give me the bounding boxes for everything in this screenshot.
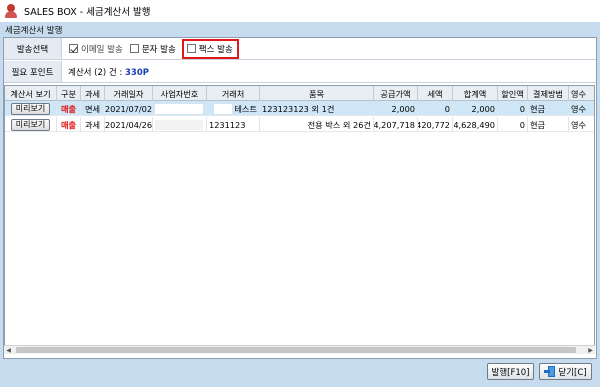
col-header-vat[interactable]: 세액 — [418, 86, 453, 101]
client-redacted — [214, 103, 233, 114]
points-row: 필요 포인트 계산서 (2) 건 : 330P — [4, 61, 596, 83]
item-cell: 123123123 외 1건 — [260, 101, 374, 116]
bizno-cell — [153, 101, 207, 116]
window-title: SALES BOX - 세금계산서 발행 — [24, 7, 151, 18]
col-header-date[interactable]: 거래일자 — [105, 86, 153, 101]
discount-cell: 0 — [498, 101, 528, 116]
total-cell: 2,000 — [453, 101, 498, 116]
app-user-icon — [4, 4, 18, 18]
send-options-label: 발송선택 — [4, 38, 62, 59]
payment-cell: 현금 — [528, 117, 569, 132]
sms-send-option[interactable]: 문자 발송 — [129, 43, 176, 55]
table-header: 계산서 보기 구분 과세 거래일자 사업자번호 거래처 품목 공급가액 세액 합… — [5, 86, 594, 101]
col-header-tax[interactable]: 과세 — [81, 86, 105, 101]
col-header-type[interactable]: 구분 — [57, 86, 81, 101]
vat-cell: 420,772 — [418, 117, 453, 132]
group-title: 세금계산서 발행 — [5, 26, 63, 36]
scroll-right-icon[interactable]: ▶ — [586, 347, 595, 354]
table-row[interactable]: 미리보기 매출 과세 2021/04/26 1231123 전용 박스 외 26… — [5, 117, 594, 132]
tax-cell: 과세 — [81, 117, 105, 132]
scroll-left-icon[interactable]: ◀ — [4, 347, 13, 354]
col-header-total[interactable]: 합계액 — [453, 86, 498, 101]
supply-cell: 4,207,718 — [374, 117, 418, 132]
table-row[interactable]: 미리보기 매출 면세 2021/07/02 테스트 123123123 외 1건… — [5, 101, 594, 116]
receipt-cell: 영수 — [569, 101, 594, 116]
type-cell: 매출 — [57, 117, 81, 132]
fax-send-highlight: 팩스 발송 — [181, 38, 239, 59]
col-header-client[interactable]: 거래처 — [207, 86, 260, 101]
issue-button[interactable]: 발행[F10] — [487, 363, 534, 380]
points-amount: 330P — [125, 67, 149, 78]
email-send-label: 이메일 발송 — [81, 44, 123, 55]
item-cell: 전용 박스 외 26건 — [260, 117, 374, 132]
col-header-receipt[interactable]: 영수 — [569, 86, 594, 101]
invoice-table[interactable]: 계산서 보기 구분 과세 거래일자 사업자번호 거래처 품목 공급가액 세액 합… — [4, 85, 595, 353]
scrollbar-thumb[interactable] — [16, 347, 576, 353]
col-header-discount[interactable]: 할인액 — [498, 86, 528, 101]
fax-send-label: 팩스 발송 — [198, 44, 233, 55]
discount-cell: 0 — [498, 117, 528, 132]
total-cell: 4,628,490 — [453, 117, 498, 132]
send-options-row: 발송선택 이메일 발송 문자 발송 팩스 발송 — [4, 38, 596, 60]
preview-button[interactable]: 미리보기 — [10, 102, 51, 115]
client-cell: 1231123 — [207, 117, 260, 132]
col-header-view[interactable]: 계산서 보기 — [5, 86, 57, 101]
points-label: 필요 포인트 — [4, 61, 62, 82]
tax-cell: 면세 — [81, 101, 105, 116]
preview-cell: 미리보기 — [5, 101, 57, 116]
fax-send-option[interactable]: 팩스 발송 — [186, 43, 233, 55]
horizontal-scrollbar[interactable]: ◀ ▶ — [4, 345, 595, 354]
bizno-redacted — [155, 103, 203, 114]
client-name: 테스트 — [234, 103, 257, 114]
preview-cell: 미리보기 — [5, 117, 57, 132]
receipt-cell: 영수 — [569, 117, 594, 132]
type-cell: 매출 — [57, 101, 81, 116]
email-send-option[interactable]: 이메일 발송 — [69, 43, 123, 55]
supply-cell: 2,000 — [374, 101, 418, 116]
vat-cell: 0 — [418, 101, 453, 116]
date-cell: 2021/04/26 — [105, 117, 153, 132]
email-send-checkbox[interactable] — [69, 44, 78, 53]
close-button-label: 닫기[C] — [558, 367, 587, 378]
close-button[interactable]: 닫기[C] — [539, 363, 592, 380]
date-cell: 2021/07/02 — [105, 101, 153, 116]
col-header-item[interactable]: 품목 — [260, 86, 374, 101]
exit-door-icon — [544, 366, 556, 377]
sms-send-checkbox[interactable] — [129, 44, 139, 53]
fax-send-checkbox[interactable] — [186, 44, 196, 53]
payment-cell: 현금 — [528, 101, 569, 116]
col-header-supply[interactable]: 공급가액 — [374, 86, 418, 101]
bizno-redacted — [155, 119, 203, 130]
title-bar: SALES BOX - 세금계산서 발행 — [0, 0, 600, 22]
points-text: 계산서 (2) 건 : — [68, 67, 123, 78]
bizno-cell — [153, 117, 207, 132]
preview-button[interactable]: 미리보기 — [10, 118, 51, 131]
points-summary: 계산서 (2) 건 : 330P — [68, 66, 149, 78]
client-cell: 테스트 — [207, 101, 260, 116]
col-header-bizno[interactable]: 사업자번호 — [153, 86, 207, 101]
sms-send-label: 문자 발송 — [141, 44, 176, 55]
col-header-payment[interactable]: 결제방법 — [528, 86, 569, 101]
